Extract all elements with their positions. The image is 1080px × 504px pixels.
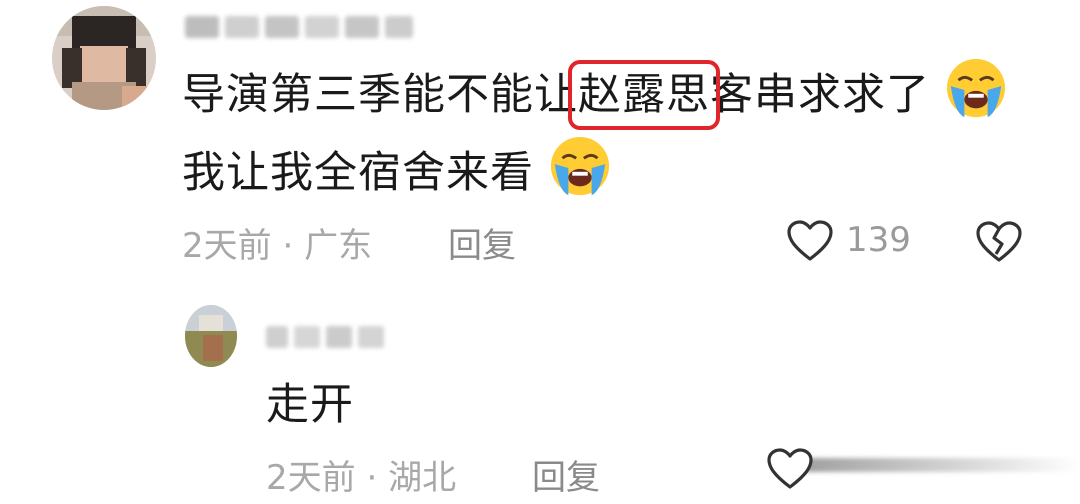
loudly-crying-face-icon [946,58,1005,118]
scroll-fade [800,458,1080,472]
username-blurred[interactable] [266,322,384,352]
comment-text-line2: 我让我全宿舍来看 [182,134,611,212]
comment-meta: 2天前 · 广东 [182,218,372,267]
reply-meta: 2天前 · 湖北 [266,450,456,499]
highlighted-name: 赵露思 [568,60,720,130]
like-count: 139 [846,220,911,260]
comment-text-part: 客串求求了 [710,70,930,120]
comment-text-part: 我让我全宿舍来看 [182,148,534,198]
broken-heart-icon[interactable] [974,220,1024,264]
avatar[interactable] [185,305,237,367]
comment-text-line1: 导演第三季能不能让赵露思客串求求了 [182,56,1007,134]
timestamp: 2天前 [266,458,356,498]
loudly-crying-face-icon [550,136,609,196]
meta-separator: · [282,226,294,266]
location: 湖北 [388,458,457,498]
reply-button[interactable]: 回复 [532,450,600,499]
comment-text-part: 导演第三季能不能让 [182,70,578,120]
heart-outline-icon[interactable] [766,447,814,491]
avatar[interactable] [52,6,156,110]
heart-outline-icon[interactable] [786,219,834,263]
meta-separator: · [366,458,378,498]
reply-text: 走开 [266,380,354,430]
timestamp: 2天前 [182,226,272,266]
username-blurred[interactable] [185,12,413,42]
reply-button[interactable]: 回复 [448,218,516,267]
location: 广东 [304,226,373,266]
